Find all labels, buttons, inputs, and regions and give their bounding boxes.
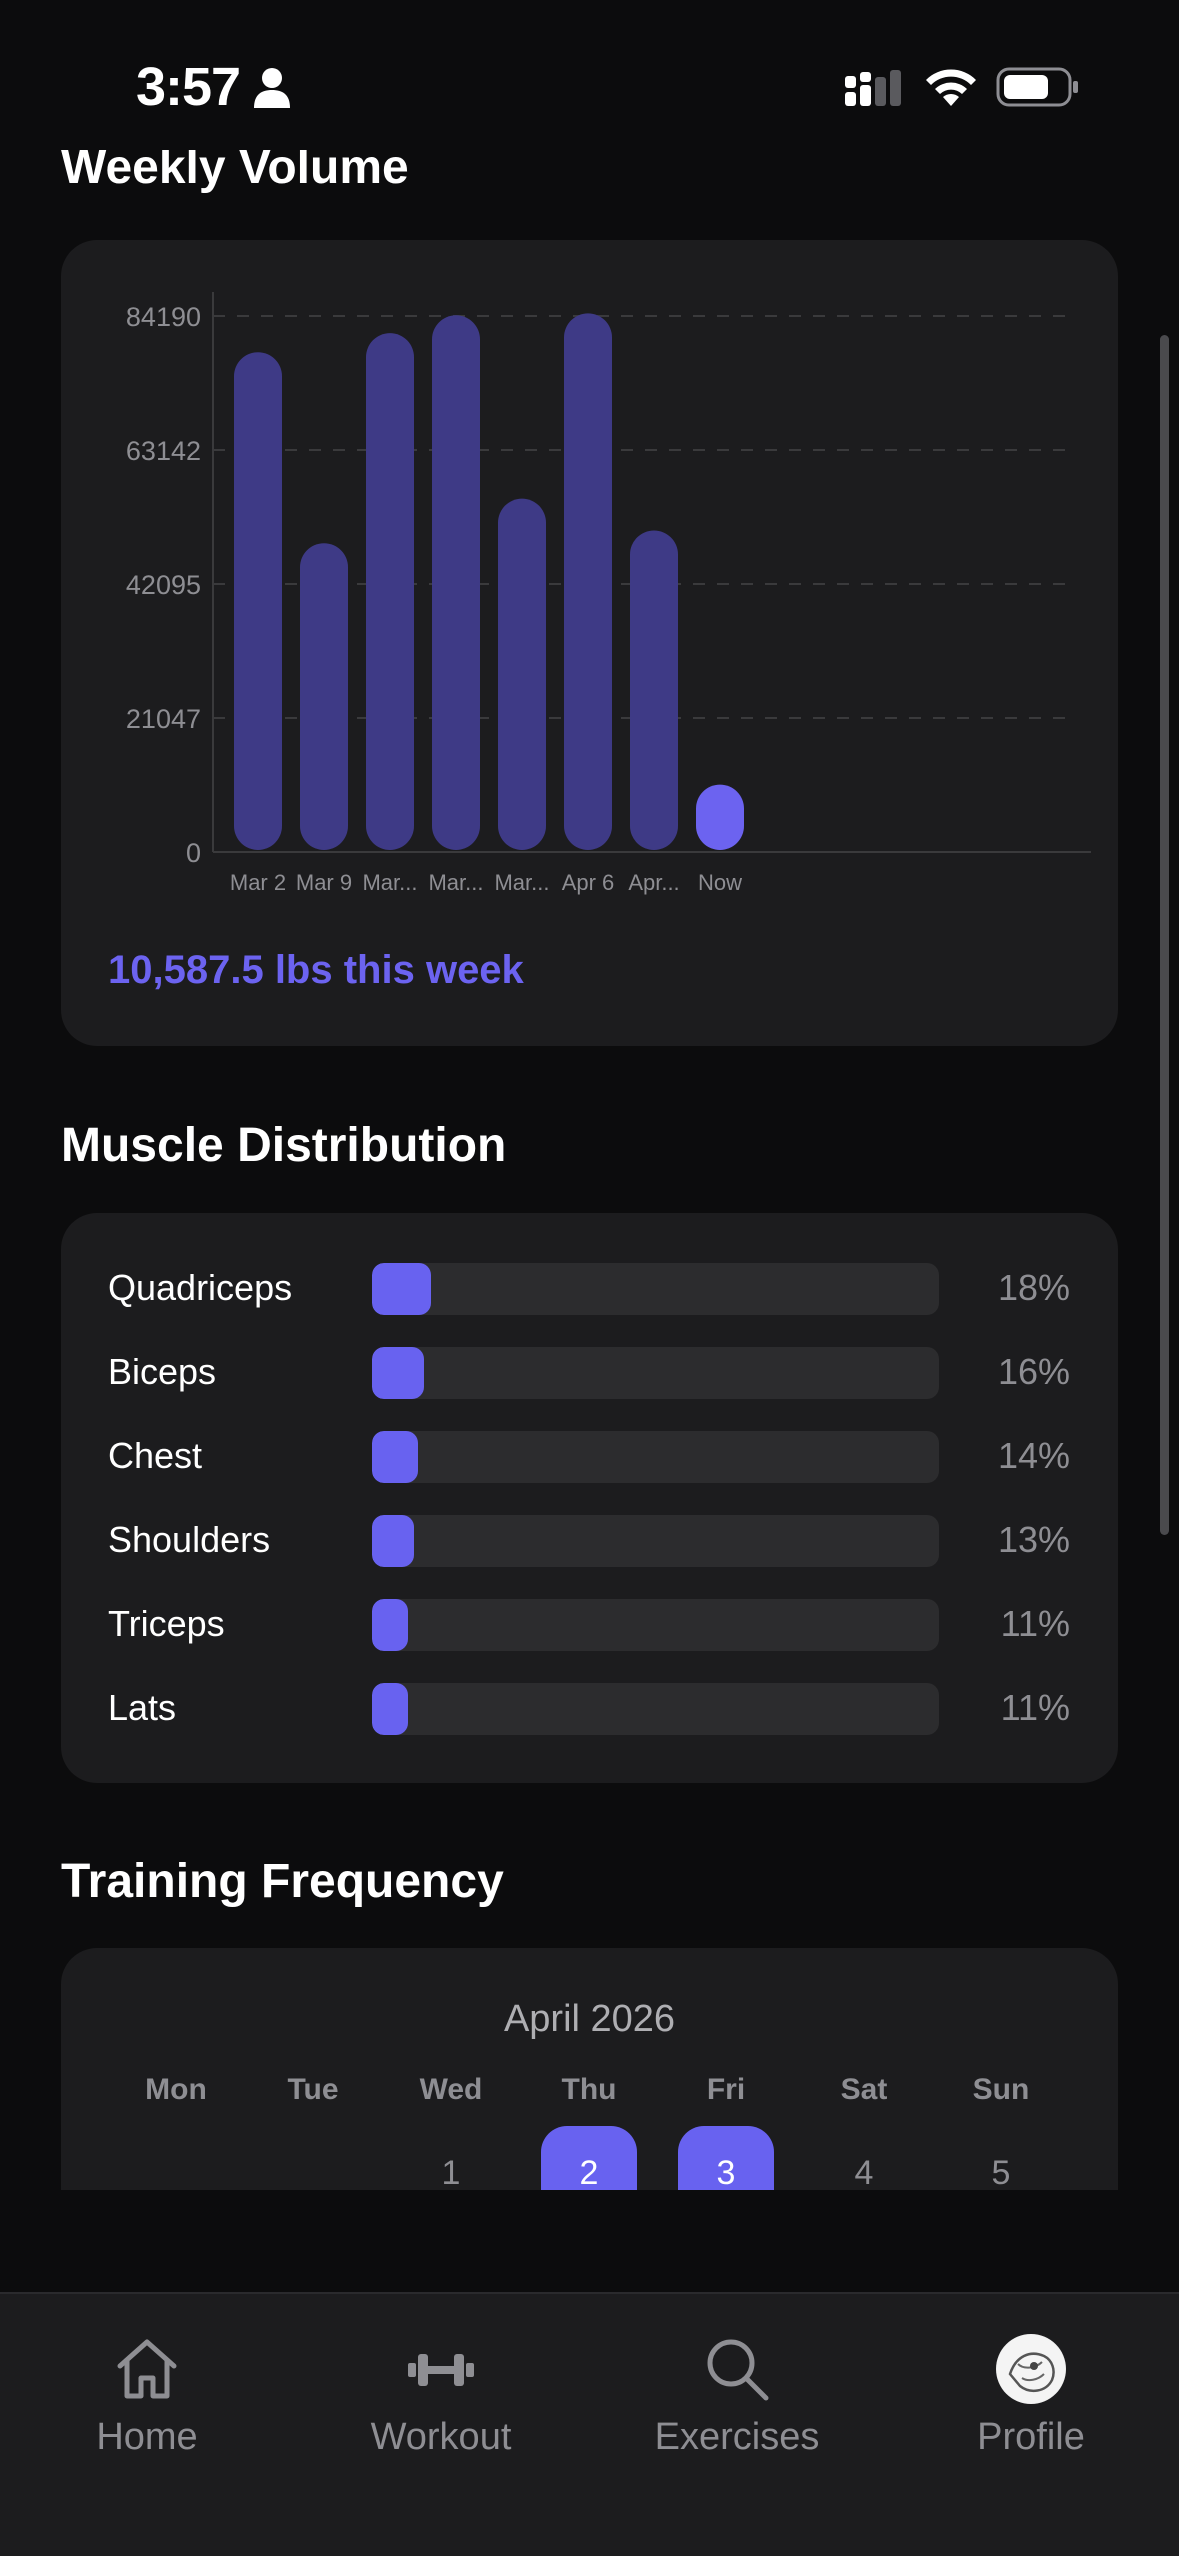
- muscle-bar-track: [372, 1515, 939, 1567]
- muscle-percent: 11%: [1000, 1603, 1070, 1644]
- search-icon: [707, 2339, 769, 2401]
- muscle-bar-fill: [372, 1263, 431, 1315]
- muscle-bar-fill: [372, 1347, 424, 1399]
- muscle-percent: 16%: [997, 1351, 1070, 1392]
- muscle-bar-track: [372, 1263, 939, 1315]
- muscle-name: Quadriceps: [108, 1267, 293, 1308]
- y-tick-label: 42095: [126, 570, 201, 600]
- calendar-day[interactable]: 4: [816, 2126, 912, 2190]
- muscle-name: Shoulders: [108, 1519, 271, 1560]
- tab-profile[interactable]: Profile: [906, 2334, 1156, 2474]
- app-screen: Weekly Volume 0 21047 42095 63142 84190 Mar 2…: [0, 0, 1179, 2556]
- volume-bar[interactable]: [300, 543, 348, 850]
- x-tick-label: Mar...: [428, 870, 483, 895]
- x-tick-label: Mar...: [494, 870, 549, 895]
- volume-bar[interactable]: [564, 313, 612, 850]
- status-bar: 3:57: [0, 0, 1179, 150]
- volume-bar[interactable]: [234, 352, 282, 850]
- weekday-label: Thu: [561, 2073, 617, 2106]
- x-tick-label: Now: [698, 870, 742, 895]
- muscle-row: Biceps 16%: [61, 1345, 1118, 1401]
- tab-label: Exercises: [654, 2416, 820, 2458]
- tab-exercises[interactable]: Exercises: [612, 2334, 862, 2474]
- tab-label: Home: [96, 2416, 198, 2458]
- training-frequency-title: Training Frequency: [61, 1855, 504, 1908]
- muscle-distribution-card: Quadriceps 18% Biceps 16% Chest 14% Shou…: [61, 1213, 1118, 1783]
- week-total-label: 10,587.5 lbs this week: [108, 948, 524, 992]
- weekly-volume-card: 0 21047 42095 63142 84190 Mar 2 Mar 9 Mar... Mar…: [61, 240, 1118, 1046]
- x-tick-label: Mar 2: [230, 870, 286, 895]
- calendar-day[interactable]: 3: [678, 2126, 774, 2190]
- weekday-label: Wed: [419, 2073, 483, 2106]
- battery-icon: [996, 67, 1078, 107]
- tab-home[interactable]: Home: [22, 2334, 272, 2474]
- muscle-name: Biceps: [108, 1351, 217, 1392]
- muscle-percent: 14%: [997, 1435, 1070, 1476]
- tab-label: Workout: [370, 2416, 512, 2458]
- calendar-day[interactable]: 2: [541, 2126, 637, 2190]
- muscle-bar-fill: [372, 1599, 408, 1651]
- y-tick-label: 0: [186, 838, 201, 868]
- muscle-name: Chest: [108, 1435, 203, 1476]
- muscle-bar-track: [372, 1431, 939, 1483]
- weekday-label: Sun: [972, 2073, 1030, 2106]
- weekday-label: Mon: [145, 2073, 207, 2106]
- dumbbell-icon: [408, 2354, 474, 2386]
- muscle-row: Lats 11%: [61, 1681, 1118, 1737]
- volume-bar[interactable]: [498, 498, 546, 850]
- scroll-content[interactable]: Weekly Volume 0 21047 42095 63142 84190 Mar 2…: [0, 0, 1179, 2190]
- home-icon: [117, 2339, 177, 2399]
- scrollbar[interactable]: [1160, 335, 1169, 1535]
- x-tick-label: Mar...: [362, 870, 417, 895]
- muscle-bar-fill: [372, 1683, 408, 1735]
- avatar: [996, 2334, 1066, 2404]
- muscle-distribution-title: Muscle Distribution: [61, 1119, 507, 1172]
- volume-bar[interactable]: [696, 784, 744, 850]
- volume-bar[interactable]: [630, 530, 678, 850]
- muscle-row: Chest 14%: [61, 1429, 1118, 1485]
- muscle-row: Triceps 11%: [61, 1597, 1118, 1653]
- muscle-bar-fill: [372, 1431, 418, 1483]
- volume-bar[interactable]: [366, 333, 414, 850]
- muscle-name: Triceps: [108, 1603, 225, 1644]
- y-tick-label: 21047: [126, 704, 201, 734]
- muscle-row: Shoulders 13%: [61, 1513, 1118, 1569]
- status-time: 3:57: [136, 57, 241, 117]
- tab-bar: Home Workout Exercises Profile: [0, 2292, 1179, 2556]
- cellular-signal-icon: [845, 70, 901, 106]
- training-frequency-card: April 2026 Mon Tue Wed Thu Fri Sat Sun 1…: [61, 1948, 1118, 2190]
- muscle-name: Lats: [108, 1687, 177, 1728]
- muscle-percent: 13%: [997, 1519, 1070, 1560]
- weekday-label: Tue: [287, 2073, 339, 2106]
- x-tick-label: Apr...: [628, 870, 679, 895]
- calendar-month: April 2026: [503, 1998, 676, 2040]
- y-tick-label: 63142: [126, 436, 201, 466]
- avatar-image: [997, 2335, 1065, 2403]
- muscle-bar-track: [372, 1347, 939, 1399]
- y-tick-label: 84190: [126, 302, 201, 332]
- muscle-row: Quadriceps 18%: [61, 1261, 1118, 1317]
- muscle-percent: 11%: [1000, 1687, 1070, 1728]
- calendar-day[interactable]: 5: [953, 2126, 1049, 2190]
- muscle-percent: 18%: [997, 1267, 1070, 1308]
- volume-bar[interactable]: [432, 315, 480, 850]
- calendar-day[interactable]: 1: [403, 2126, 499, 2190]
- weekday-label: Fri: [706, 2073, 746, 2106]
- muscle-bar-track: [372, 1599, 939, 1651]
- wifi-icon: [926, 69, 976, 106]
- tab-label: Profile: [977, 2416, 1085, 2458]
- x-tick-label: Apr 6: [562, 870, 615, 895]
- weekly-volume-chart: 0 21047 42095 63142 84190 Mar 2 Mar 9 Mar... Mar…: [126, 292, 1091, 895]
- x-tick-label: Mar 9: [296, 870, 352, 895]
- person-icon: [254, 68, 290, 108]
- muscle-bar-track: [372, 1683, 939, 1735]
- tab-workout[interactable]: Workout: [316, 2334, 566, 2474]
- muscle-bar-fill: [372, 1515, 414, 1567]
- weekday-label: Sat: [840, 2073, 888, 2106]
